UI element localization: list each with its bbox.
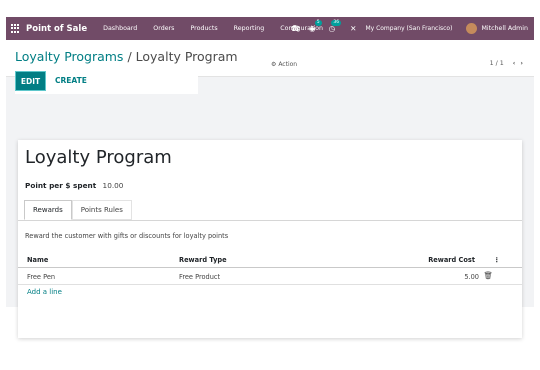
activity-badge: 36: [331, 20, 342, 26]
chat-icon[interactable]: ◉ 5: [309, 20, 322, 33]
company-switcher[interactable]: My Company (San Francisco): [365, 25, 452, 32]
column-reward-cost[interactable]: Reward Cost: [428, 256, 475, 264]
create-button[interactable]: CREATE: [55, 76, 87, 85]
gear-icon: ⚙: [271, 61, 277, 68]
row-name: Free Pen: [27, 273, 56, 281]
breadcrumb: Loyalty Programs / Loyalty Program: [15, 49, 238, 64]
breadcrumb-parent[interactable]: Loyalty Programs: [15, 49, 123, 64]
apps-menu-icon[interactable]: [11, 24, 20, 33]
breadcrumb-separator: /: [127, 49, 132, 64]
top-navbar: Point of Sale Dashboard Orders Products …: [6, 17, 534, 40]
button-bar: EDIT CREATE: [15, 71, 198, 94]
column-options-icon[interactable]: ⋮: [493, 256, 500, 264]
menu-dashboard[interactable]: Dashboard: [103, 25, 137, 32]
menu-reporting[interactable]: Reporting: [234, 25, 265, 32]
avatar[interactable]: [466, 23, 478, 34]
activity-icon[interactable]: ◷ 36: [329, 20, 342, 33]
column-reward-type[interactable]: Reward Type: [179, 256, 227, 264]
column-name[interactable]: Name: [27, 256, 48, 264]
point-field: Point per $ spent 10.00: [25, 181, 123, 190]
trash-icon[interactable]: 🗑: [483, 271, 493, 280]
tab-rewards[interactable]: Rewards: [24, 200, 72, 220]
action-label: Action: [278, 61, 298, 68]
pager: 1 / 1 ‹›: [490, 60, 528, 67]
menu-products[interactable]: Products: [190, 25, 217, 32]
table-row[interactable]: Free Pen Free Product 5.00 🗑: [18, 268, 522, 285]
menu-orders[interactable]: Orders: [153, 25, 174, 32]
rewards-table: Name Reward Type Reward Cost ⋮ Free Pen …: [18, 251, 522, 285]
notebook-tabs: Rewards Points Rules: [24, 200, 132, 220]
tabs-divider: [18, 220, 522, 221]
point-label: Point per $ spent: [25, 181, 97, 190]
help-text: Reward the customer with gifts or discou…: [25, 232, 229, 240]
app-name[interactable]: Point of Sale: [26, 24, 87, 34]
tab-points-rules[interactable]: Points Rules: [71, 200, 132, 220]
breadcrumb-current: Loyalty Program: [135, 49, 238, 64]
row-reward-type: Free Product: [179, 273, 221, 281]
point-value: 10.00: [102, 181, 124, 190]
chat-badge: 5: [314, 20, 322, 26]
table-header: Name Reward Type Reward Cost ⋮: [18, 251, 522, 268]
edit-button[interactable]: EDIT: [15, 71, 46, 91]
row-reward-cost: 5.00: [464, 273, 479, 281]
phone-icon[interactable]: ☎: [291, 24, 300, 33]
close-icon[interactable]: ✕: [350, 24, 356, 33]
form-sheet: Loyalty Program Point per $ spent 10.00 …: [18, 140, 522, 338]
add-line-link[interactable]: Add a line: [27, 288, 62, 296]
navbar-systray: ☎ ◉ 5 ◷ 36 ✕ My Company (San Francisco) Mi…: [291, 17, 534, 40]
chevron-right-icon[interactable]: ›: [520, 60, 528, 67]
action-menu[interactable]: ⚙ Action: [271, 61, 297, 68]
page-title: Loyalty Program: [25, 147, 172, 168]
user-menu[interactable]: Mitchell Admin: [481, 25, 528, 32]
pager-value[interactable]: 1 / 1: [490, 60, 504, 67]
